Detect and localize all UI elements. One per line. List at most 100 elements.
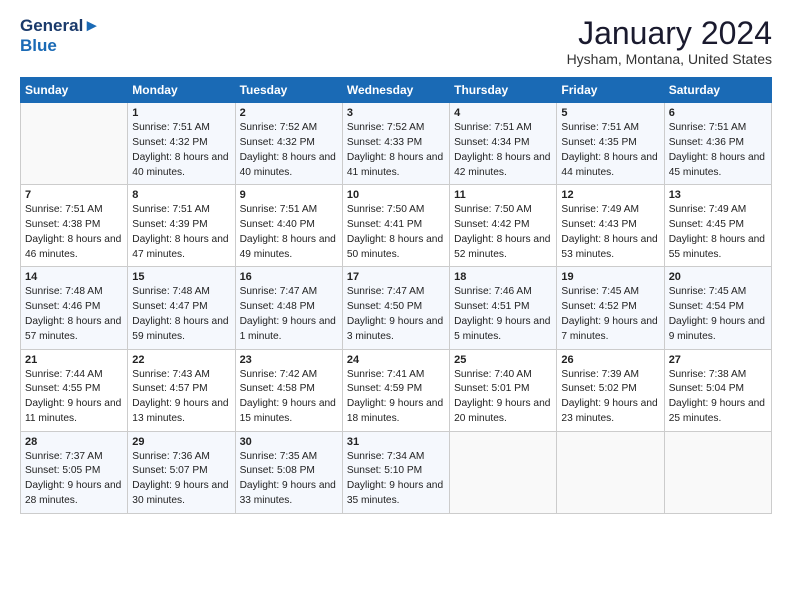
day-info: Sunrise: 7:34 AMSunset: 5:10 PMDaylight:…	[347, 450, 445, 509]
sunset: Sunset: 4:38 PM	[25, 219, 100, 230]
sunrise: Sunrise: 7:51 AM	[561, 122, 639, 133]
calendar-cell: 24Sunrise: 7:41 AMSunset: 4:59 PMDayligh…	[342, 349, 449, 431]
calendar-cell	[557, 431, 664, 513]
day-number: 7	[25, 189, 123, 201]
calendar-cell: 23Sunrise: 7:42 AMSunset: 4:58 PMDayligh…	[235, 349, 342, 431]
day-info: Sunrise: 7:41 AMSunset: 4:59 PMDaylight:…	[347, 368, 445, 427]
day-number: 25	[454, 354, 552, 366]
sunrise: Sunrise: 7:51 AM	[132, 122, 210, 133]
calendar-cell: 14 Sunrise: 7:48 AMSunset: 4:46 PMDayligh…	[21, 267, 128, 349]
calendar-cell: 1Sunrise: 7:51 AMSunset: 4:32 PMDaylight…	[128, 103, 235, 185]
daylight: Daylight: 8 hours and 42 minutes.	[454, 152, 550, 178]
day-number: 28	[25, 436, 123, 448]
day-info: Sunrise: 7:45 AMSunset: 4:54 PMDaylight:…	[669, 285, 767, 344]
col-friday: Friday	[557, 78, 664, 103]
sunset: Sunset: 4:33 PM	[347, 137, 422, 148]
sunrise: Sunrise: 7:35 AM	[240, 451, 318, 462]
daylight: Daylight: 8 hours and 47 minutes.	[132, 234, 228, 260]
calendar-cell: 19Sunrise: 7:45 AMSunset: 4:52 PMDayligh…	[557, 267, 664, 349]
calendar-cell: 18 Sunrise: 7:46 AMSunset: 4:51 PMDayligh…	[450, 267, 557, 349]
sunset: Sunset: 5:04 PM	[669, 383, 744, 394]
calendar-cell: 15Sunrise: 7:48 AMSunset: 4:47 PMDayligh…	[128, 267, 235, 349]
calendar-header-row: Sunday Monday Tuesday Wednesday Thursday…	[21, 78, 772, 103]
day-info: Sunrise: 7:50 AMSunset: 4:41 PMDaylight:…	[347, 203, 445, 262]
calendar-cell: 8Sunrise: 7:51 AMSunset: 4:39 PMDaylight…	[128, 185, 235, 267]
calendar-cell	[450, 431, 557, 513]
sunset: Sunset: 5:05 PM	[25, 465, 100, 476]
sunrise: Sunrise: 7:39 AM	[561, 369, 639, 380]
day-info: Sunrise: 7:46 AMSunset: 4:51 PMDaylight:…	[454, 285, 552, 344]
day-number: 30	[240, 436, 338, 448]
calendar-cell: 3Sunrise: 7:52 AMSunset: 4:33 PMDaylight…	[342, 103, 449, 185]
sunset: Sunset: 4:36 PM	[669, 137, 744, 148]
calendar-cell: 27Sunrise: 7:38 AMSunset: 5:04 PMDayligh…	[664, 349, 771, 431]
day-number: 27	[669, 354, 767, 366]
calendar-cell: 4Sunrise: 7:51 AMSunset: 4:34 PMDaylight…	[450, 103, 557, 185]
day-number: 26	[561, 354, 659, 366]
sunset: Sunset: 4:50 PM	[347, 301, 422, 312]
day-number: 29	[132, 436, 230, 448]
day-info: Sunrise: 7:42 AMSunset: 4:58 PMDaylight:…	[240, 368, 338, 427]
calendar-cell: 20Sunrise: 7:45 AMSunset: 4:54 PMDayligh…	[664, 267, 771, 349]
sunrise: Sunrise: 7:42 AM	[240, 369, 318, 380]
sunrise: Sunrise: 7:43 AM	[132, 369, 210, 380]
daylight: Daylight: 9 hours and 25 minutes.	[669, 398, 765, 424]
day-number: 19	[561, 271, 659, 283]
logo-subtext: Blue	[20, 36, 100, 56]
sunrise: Sunrise: 7:37 AM	[25, 451, 103, 462]
col-monday: Monday	[128, 78, 235, 103]
calendar-cell	[21, 103, 128, 185]
day-number: 31	[347, 436, 445, 448]
calendar-cell: 12Sunrise: 7:49 AMSunset: 4:43 PMDayligh…	[557, 185, 664, 267]
day-info: Sunrise: 7:48 AMSunset: 4:46 PMDaylight:…	[25, 285, 123, 344]
day-number: 5	[561, 107, 659, 119]
daylight: Daylight: 9 hours and 33 minutes.	[240, 480, 336, 506]
day-info: Sunrise: 7:51 AMSunset: 4:38 PMDaylight:…	[25, 203, 123, 262]
daylight: Daylight: 9 hours and 13 minutes.	[132, 398, 228, 424]
day-info: Sunrise: 7:51 AMSunset: 4:35 PMDaylight:…	[561, 121, 659, 180]
day-number: 18	[454, 271, 552, 283]
day-number: 14	[25, 271, 123, 283]
day-info: Sunrise: 7:39 AMSunset: 5:02 PMDaylight:…	[561, 368, 659, 427]
daylight: Daylight: 8 hours and 49 minutes.	[240, 234, 336, 260]
sunrise: Sunrise: 7:47 AM	[240, 286, 318, 297]
sunrise: Sunrise: 7:48 AM	[132, 286, 210, 297]
sunrise: Sunrise: 7:51 AM	[25, 204, 103, 215]
calendar-week-row: 28 Sunrise: 7:37 AM Sunset: 5:05 PM Dayligh…	[21, 431, 772, 513]
sunrise: Sunrise: 7:49 AM	[669, 204, 747, 215]
sunset: Sunset: 4:45 PM	[669, 219, 744, 230]
day-number: 6	[669, 107, 767, 119]
daylight: Daylight: 9 hours and 35 minutes.	[347, 480, 443, 506]
sunset: Sunset: 4:39 PM	[132, 219, 207, 230]
daylight: Daylight: 9 hours and 18 minutes.	[347, 398, 443, 424]
day-number: 11	[454, 189, 552, 201]
sunset: Sunset: 4:40 PM	[240, 219, 315, 230]
day-info: Sunrise: 7:37 AM Sunset: 5:05 PM Daylight:…	[25, 450, 123, 509]
calendar-cell: 25Sunrise: 7:40 AMSunset: 5:01 PMDayligh…	[450, 349, 557, 431]
daylight: Daylight: 8 hours and 40 minutes.	[240, 152, 336, 178]
day-number: 3	[347, 107, 445, 119]
day-info: Sunrise: 7:36 AMSunset: 5:07 PMDaylight:…	[132, 450, 230, 509]
day-info: Sunrise: 7:51 AMSunset: 4:34 PMDaylight:…	[454, 121, 552, 180]
day-number: 22	[132, 354, 230, 366]
calendar-week-row: 1Sunrise: 7:51 AMSunset: 4:32 PMDaylight…	[21, 103, 772, 185]
day-info: Sunrise: 7:45 AMSunset: 4:52 PMDaylight:…	[561, 285, 659, 344]
sunrise: Sunrise: 7:48 AM	[25, 286, 103, 297]
calendar-cell: 11Sunrise: 7:50 AMSunset: 4:42 PMDayligh…	[450, 185, 557, 267]
day-number: 13	[669, 189, 767, 201]
daylight: Daylight: 8 hours and 45 minutes.	[669, 152, 765, 178]
daylight: Daylight: 8 hours and 41 minutes.	[347, 152, 443, 178]
day-info: Sunrise: 7:51 AMSunset: 4:40 PMDaylight:…	[240, 203, 338, 262]
calendar-cell: 16Sunrise: 7:47 AMSunset: 4:48 PMDayligh…	[235, 267, 342, 349]
day-number: 9	[240, 189, 338, 201]
sunrise: Sunrise: 7:45 AM	[561, 286, 639, 297]
daylight: Daylight: 9 hours and 28 minutes.	[25, 480, 121, 506]
sunset: Sunset: 4:52 PM	[561, 301, 636, 312]
calendar-cell: 10Sunrise: 7:50 AMSunset: 4:41 PMDayligh…	[342, 185, 449, 267]
calendar-week-row: 14 Sunrise: 7:48 AMSunset: 4:46 PMDayligh…	[21, 267, 772, 349]
daylight: Daylight: 9 hours and 20 minutes.	[454, 398, 550, 424]
sunrise: Sunrise: 7:41 AM	[347, 369, 425, 380]
sunrise: Sunrise: 7:50 AM	[347, 204, 425, 215]
sunset: Sunset: 4:54 PM	[669, 301, 744, 312]
day-info: Sunrise: 7:47 AMSunset: 4:50 PMDaylight:…	[347, 285, 445, 344]
